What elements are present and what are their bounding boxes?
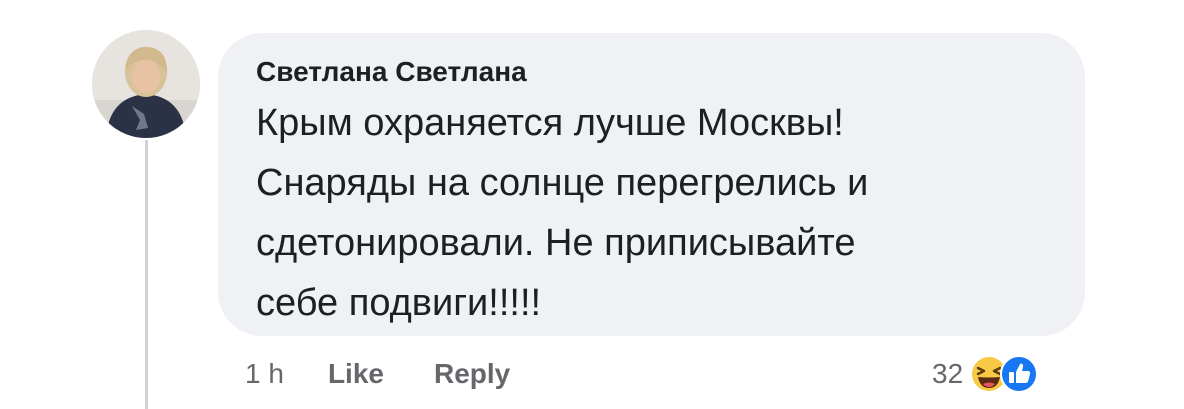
comment-text-line: себе подвиги!!!!! <box>256 282 542 324</box>
comment-thread: Светлана Светлана Крым охраняется лучше … <box>0 0 1184 409</box>
avatar[interactable] <box>92 30 200 138</box>
author-name[interactable]: Светлана Светлана <box>256 55 1051 89</box>
timestamp[interactable]: 1 h <box>245 358 284 390</box>
like-button[interactable]: Like <box>328 358 384 390</box>
comment-text-line: Снаряды на солнце перегрелись и <box>256 162 869 204</box>
reply-button[interactable]: Reply <box>434 358 510 390</box>
like-icon <box>999 354 1039 394</box>
comment-actions: 1 h Like Reply <box>245 358 510 390</box>
comment-text-line: Крым охраняется лучше Москвы! <box>256 102 844 144</box>
thread-line <box>145 140 148 409</box>
comment-bubble: Светлана Светлана Крым охраняется лучше … <box>218 33 1085 336</box>
reaction-count: 32 <box>932 358 964 389</box>
reactions-summary[interactable]: 32 <box>932 354 1039 394</box>
comment-text-line: сдетонировали. Не приписывайте <box>256 222 856 264</box>
